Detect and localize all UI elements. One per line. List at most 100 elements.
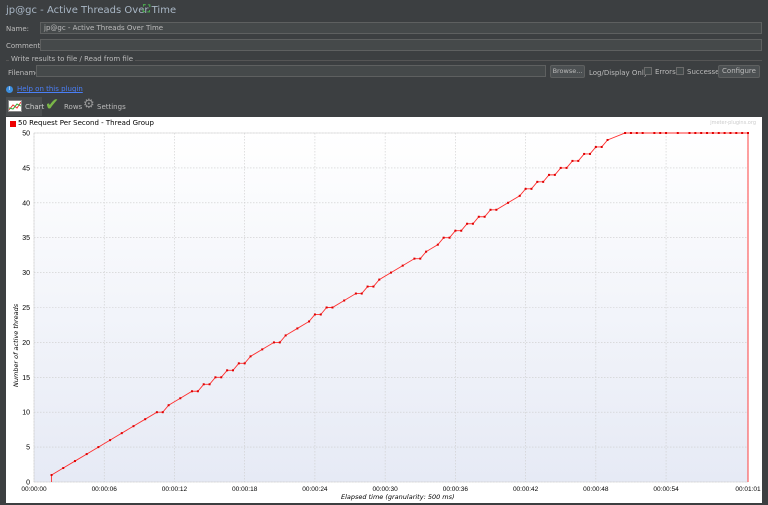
- data-point: [723, 132, 726, 134]
- errors-checkbox[interactable]: [644, 67, 652, 75]
- expand-icon[interactable]: ⛶: [143, 4, 150, 15]
- data-point: [518, 194, 521, 197]
- y-tick-label: 15: [22, 375, 30, 382]
- data-point: [665, 132, 668, 134]
- data-point: [477, 215, 480, 218]
- data-point: [413, 257, 416, 260]
- data-point: [483, 215, 486, 218]
- tab-settings[interactable]: ⚙ Settings: [83, 97, 126, 116]
- filename-label: Filename: [8, 69, 40, 77]
- data-point: [629, 132, 632, 134]
- y-tick-label: 10: [22, 410, 30, 417]
- data-point: [466, 222, 469, 225]
- data-point: [85, 453, 88, 456]
- y-tick-label: 5: [26, 445, 30, 452]
- x-tick-label: 00:00:00: [21, 486, 47, 493]
- x-tick-label: 00:01:01: [735, 486, 761, 493]
- data-point: [676, 132, 679, 134]
- data-point: [659, 132, 662, 134]
- checkmark-icon: ✔: [45, 95, 60, 115]
- data-point: [167, 404, 170, 407]
- name-label: Name:: [6, 25, 30, 33]
- x-tick-label: 00:00:36: [443, 486, 469, 493]
- data-point: [565, 166, 568, 169]
- y-tick-label: 45: [22, 165, 30, 172]
- data-point: [354, 292, 357, 295]
- data-point: [231, 369, 234, 372]
- name-input[interactable]: jp@gc - Active Threads Over Time: [40, 22, 762, 34]
- data-point: [717, 132, 720, 134]
- fieldset-title: Write results to file / Read from file: [9, 55, 136, 63]
- data-point: [635, 132, 638, 134]
- data-point: [606, 138, 609, 141]
- data-point: [700, 132, 703, 134]
- x-tick-label: 00:00:12: [162, 486, 188, 493]
- data-point: [243, 362, 246, 365]
- data-point: [706, 132, 709, 134]
- x-tick-label: 00:00:24: [302, 486, 328, 493]
- data-point: [553, 173, 556, 176]
- help-link[interactable]: Help on this plugin: [17, 85, 83, 93]
- data-point: [577, 159, 580, 162]
- browse-button[interactable]: Browse...: [550, 65, 585, 78]
- y-tick-label: 50: [22, 131, 30, 138]
- data-point: [284, 334, 287, 337]
- data-point: [548, 173, 551, 176]
- data-point: [366, 285, 369, 288]
- configure-button[interactable]: Configure: [718, 65, 760, 78]
- data-point: [144, 418, 147, 421]
- data-point: [729, 132, 732, 134]
- x-tick-label: 00:00:18: [232, 486, 258, 493]
- x-tick-label: 00:00:42: [513, 486, 539, 493]
- y-tick-label: 30: [22, 270, 30, 277]
- data-point: [343, 299, 346, 302]
- x-axis-label: Elapsed time (granularity: 500 ms): [341, 493, 455, 501]
- chart-panel: 50 Request Per Second - Thread Group jme…: [6, 117, 762, 503]
- data-point: [530, 187, 533, 190]
- x-tick-label: 00:00:06: [92, 486, 118, 493]
- data-point: [378, 278, 381, 281]
- data-point: [319, 313, 322, 316]
- data-point: [442, 236, 445, 239]
- successes-checkbox[interactable]: [676, 67, 684, 75]
- chart-icon: [8, 100, 22, 112]
- data-point: [196, 390, 199, 393]
- errors-label: Errors: [655, 68, 676, 76]
- data-point: [155, 411, 158, 414]
- data-point: [132, 425, 135, 428]
- info-icon: i: [6, 86, 13, 93]
- tab-chart[interactable]: Chart: [6, 97, 44, 116]
- comments-input[interactable]: [40, 39, 762, 51]
- data-point: [735, 132, 738, 134]
- data-point: [542, 180, 545, 183]
- data-point: [161, 411, 164, 414]
- tab-rows[interactable]: ✔ Rows: [45, 95, 82, 116]
- data-point: [214, 376, 217, 379]
- y-tick-label: 35: [22, 235, 30, 242]
- x-tick-label: 00:00:54: [653, 486, 679, 493]
- data-point: [73, 460, 76, 463]
- data-point: [507, 201, 510, 204]
- filename-input[interactable]: [36, 65, 546, 77]
- data-point: [454, 229, 457, 232]
- data-point: [524, 187, 527, 190]
- data-point: [471, 222, 474, 225]
- data-point: [50, 474, 53, 477]
- data-point: [594, 145, 597, 148]
- data-point: [489, 208, 492, 211]
- tab-settings-label: Settings: [97, 103, 126, 111]
- data-point: [179, 397, 182, 400]
- data-point: [120, 432, 123, 435]
- data-point: [372, 285, 375, 288]
- x-tick-label: 00:00:30: [372, 486, 398, 493]
- data-point: [226, 369, 229, 372]
- data-point: [436, 243, 439, 246]
- y-tick-label: 40: [22, 200, 30, 207]
- data-point: [62, 467, 65, 470]
- data-point: [278, 341, 281, 344]
- data-point: [208, 383, 211, 386]
- x-tick-label: 00:00:48: [583, 486, 609, 493]
- data-point: [220, 376, 223, 379]
- data-point: [688, 132, 691, 134]
- window-title: jp@gc - Active Threads Over Time: [6, 5, 177, 16]
